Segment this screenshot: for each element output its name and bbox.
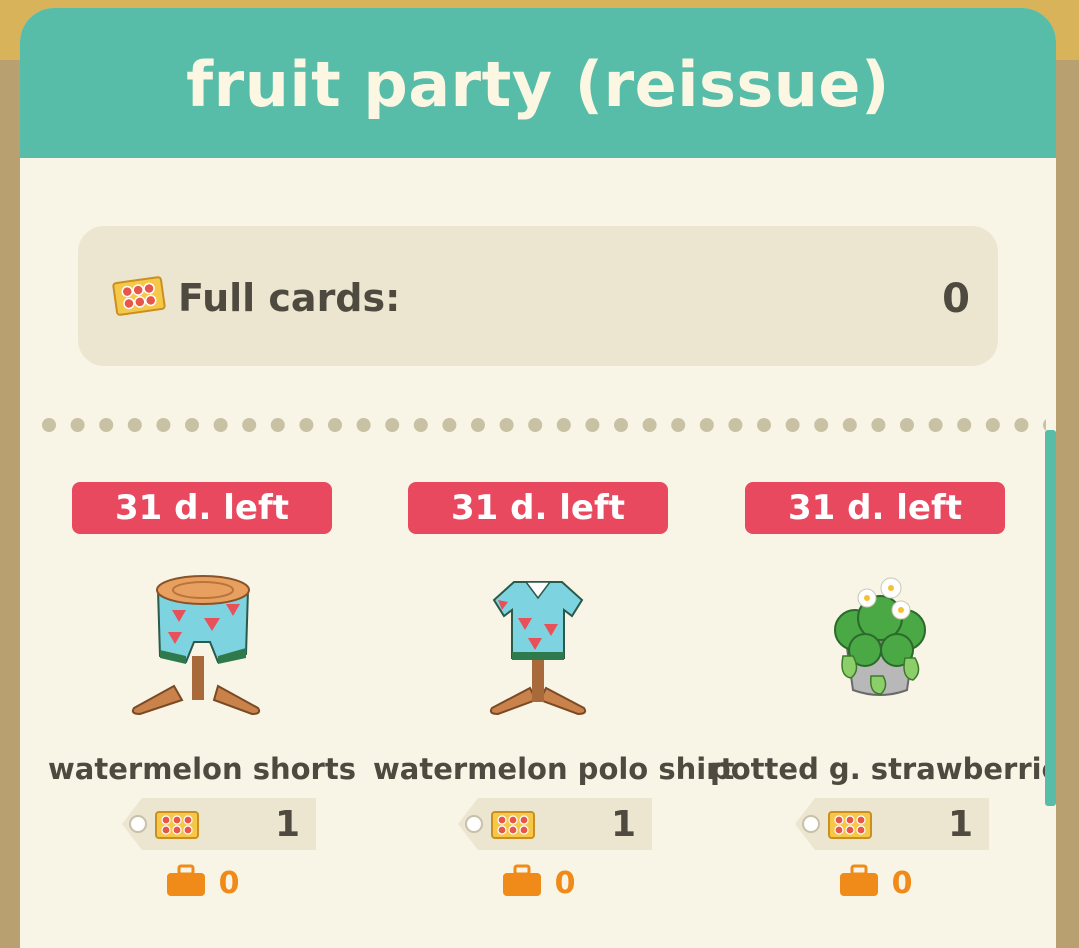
divider-dot: [42, 418, 56, 432]
item-name: watermelon shorts: [48, 752, 356, 786]
divider-dot: [156, 418, 171, 432]
divider-dot: [528, 418, 543, 432]
divider-dot: [985, 418, 1000, 432]
watermelon-shorts-icon: [122, 558, 282, 718]
divider-dot: [471, 418, 485, 432]
event-panel: fruit party (reissue) Full cards: 0 31 d…: [20, 8, 1056, 948]
card-cost-tag: 1: [795, 798, 989, 850]
time-left-badge: 31 d. left: [72, 482, 332, 534]
full-cards-count: 0: [942, 276, 970, 322]
stamp-card-icon: [490, 810, 536, 844]
divider-dot: [757, 418, 771, 432]
divider-dot: [185, 418, 199, 432]
panel-title: fruit party (reissue): [186, 47, 890, 121]
divider-dot: [442, 418, 457, 432]
item-name: potted g. strawberries: [710, 752, 1056, 786]
briefcase-icon: [501, 864, 543, 902]
panel-header: fruit party (reissue): [20, 8, 1056, 158]
owned-count: 0: [373, 864, 703, 902]
divider-dot: [671, 418, 686, 432]
divider-dot: [356, 418, 371, 432]
divider-dot: [328, 418, 342, 432]
briefcase-icon: [838, 864, 880, 902]
owned-value: 0: [891, 865, 913, 901]
divider-dot: [556, 418, 571, 432]
item-card[interactable]: 31 d. left potted g. strawberries 1 0: [710, 482, 1056, 930]
divider-dot: [900, 418, 914, 432]
owned-count: 0: [710, 864, 1040, 902]
full-cards-label: Full cards:: [178, 276, 401, 320]
card-cost-tag: 1: [458, 798, 652, 850]
time-left-badge: 31 d. left: [745, 482, 1005, 534]
item-card[interactable]: 31 d. left watermelon shorts 1 0: [37, 482, 367, 930]
divider-dot: [728, 418, 743, 432]
stamp-card-icon: [154, 810, 200, 844]
divider-dot: [99, 418, 114, 432]
divider-dot: [213, 418, 228, 432]
divider-dot: [1014, 418, 1029, 432]
item-name: watermelon polo shirt: [373, 752, 735, 786]
divider-dot: [242, 418, 257, 432]
divider-dot: [70, 418, 85, 432]
stamp-card-icon: [827, 810, 873, 844]
briefcase-icon: [165, 864, 207, 902]
card-cost-value: 1: [274, 804, 300, 845]
watermelon-polo-shirt-icon: [458, 558, 618, 718]
time-left-badge: 31 d. left: [408, 482, 668, 534]
divider-dot: [270, 418, 285, 432]
dotted-divider: [42, 418, 1046, 432]
stamp-card-icon: [112, 276, 166, 320]
divider-dot: [127, 418, 142, 432]
divider-dot: [614, 418, 628, 432]
divider-dot: [842, 418, 857, 432]
owned-value: 0: [554, 865, 576, 901]
divider-dot: [814, 418, 829, 432]
divider-dot: [871, 418, 886, 432]
divider-dot: [928, 418, 943, 432]
divider-dot: [385, 418, 400, 432]
divider-dot: [413, 418, 428, 432]
divider-dot: [585, 418, 600, 432]
divider-dot: [785, 418, 800, 432]
card-cost-tag: 1: [122, 798, 316, 850]
divider-dot: [499, 418, 514, 432]
owned-count: 0: [37, 864, 367, 902]
card-cost-value: 1: [947, 804, 973, 845]
card-cost-value: 1: [610, 804, 636, 845]
full-cards-summary: Full cards: 0: [78, 226, 998, 366]
divider-dot: [642, 418, 657, 432]
divider-dot: [299, 418, 314, 432]
divider-dot: [957, 418, 972, 432]
scrollbar[interactable]: [1045, 430, 1056, 806]
potted-strawberries-icon: [795, 558, 955, 718]
owned-value: 0: [218, 865, 240, 901]
divider-dot: [699, 418, 714, 432]
item-card[interactable]: 31 d. left watermelon polo shirt 1 0: [373, 482, 735, 930]
